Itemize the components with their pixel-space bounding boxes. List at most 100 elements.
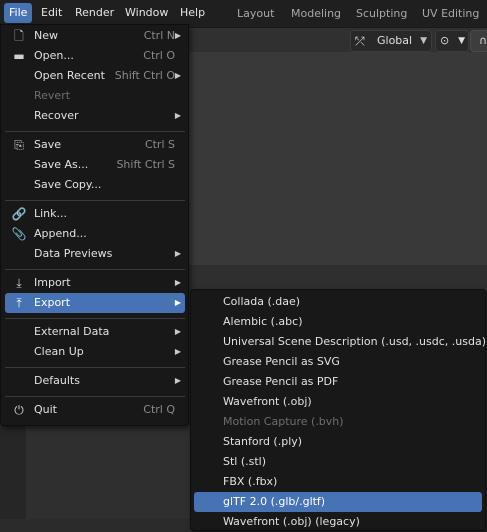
file-menu-save[interactable]: ⎘ Save Ctrl S <box>5 135 185 155</box>
file-menu-export[interactable]: ⤒ Export ▶ <box>5 293 185 313</box>
export-submenu: Collada (.dae) Alembic (.abc) Universal … <box>190 289 486 531</box>
export-grease-pencil-svg[interactable]: Grease Pencil as SVG <box>194 352 482 372</box>
file-menu-import[interactable]: ⤓ Import ▶ <box>5 273 185 293</box>
file-menu-save-as-label: Save As... <box>34 158 89 171</box>
menu-file[interactable]: File <box>4 3 33 23</box>
export-item-label: FBX (.fbx) <box>223 475 278 488</box>
file-menu-open-recent-label: Open Recent <box>34 69 105 82</box>
file-menu-import-label: Import <box>34 276 71 289</box>
export-item-label: Universal Scene Description (.usd, .usdc… <box>223 335 486 348</box>
menu-separator <box>5 269 185 270</box>
file-menu-quit-label: Quit <box>34 403 57 416</box>
chevron-right-icon: ▶ <box>174 278 181 287</box>
transform-orientation-dropdown[interactable]: ⤱ Global ▼ <box>350 30 432 52</box>
tab-layout[interactable]: Layout <box>229 3 282 24</box>
chevron-right-icon: ▶ <box>174 298 181 307</box>
file-menu-external-data-label: External Data <box>34 325 110 338</box>
menu-separator <box>5 318 185 319</box>
chevron-down-icon: ▼ <box>420 36 427 46</box>
export-wavefront-obj-legacy[interactable]: Wavefront (.obj) (legacy) <box>194 512 482 532</box>
menu-edit[interactable]: Edit <box>36 3 67 23</box>
menu-window[interactable]: Window <box>120 3 173 23</box>
export-item-label: glTF 2.0 (.glb/.gltf) <box>223 495 326 508</box>
pivot-point-dropdown[interactable]: ⊙ ▼ <box>435 30 469 52</box>
file-menu-append[interactable]: 📎 Append... <box>5 224 185 244</box>
file-menu-quit[interactable]: ⏻ Quit Ctrl Q <box>5 400 185 420</box>
menu-separator <box>5 367 185 368</box>
export-wavefront-obj[interactable]: Wavefront (.obj) <box>194 392 482 412</box>
tab-modeling[interactable]: Modeling <box>283 3 349 24</box>
tab-uv-editing[interactable]: UV Editing <box>414 3 487 24</box>
file-menu-save-copy[interactable]: Save Copy... <box>5 175 185 195</box>
export-grease-pencil-pdf[interactable]: Grease Pencil as PDF <box>194 372 482 392</box>
file-menu-data-previews-label: Data Previews <box>34 247 113 260</box>
shortcut-label: Shift Ctrl O <box>114 69 175 82</box>
export-stl[interactable]: Stl (.stl) <box>194 452 482 472</box>
folder-icon: ▬ <box>13 49 25 63</box>
file-menu-save-as[interactable]: Save As... Shift Ctrl S <box>5 155 185 175</box>
file-menu-new-label: New <box>34 29 58 42</box>
file-menu-defaults[interactable]: Defaults ▶ <box>5 371 185 391</box>
menu-separator <box>5 396 185 397</box>
export-item-label: Stanford (.ply) <box>223 435 303 448</box>
file-menu-append-label: Append... <box>34 227 87 240</box>
export-collada[interactable]: Collada (.dae) <box>194 292 482 312</box>
export-item-label: Wavefront (.obj) (legacy) <box>223 515 360 528</box>
file-menu-data-previews[interactable]: Data Previews ▶ <box>5 244 185 264</box>
file-menu-defaults-label: Defaults <box>34 374 80 387</box>
export-icon: ⤒ <box>16 296 22 310</box>
pivot-point-icon: ⊙ <box>440 34 450 47</box>
file-menu-clean-up-label: Clean Up <box>34 345 84 358</box>
power-icon: ⏻ <box>14 403 24 417</box>
chevron-right-icon: ▶ <box>174 376 181 385</box>
export-usd[interactable]: Universal Scene Description (.usd, .usdc… <box>194 332 486 352</box>
save-icon: ⎘ <box>14 138 24 152</box>
export-alembic[interactable]: Alembic (.abc) <box>194 312 482 332</box>
export-item-label: Stl (.stl) <box>223 455 267 468</box>
shortcut-label: Ctrl O <box>143 49 175 62</box>
export-gltf[interactable]: glTF 2.0 (.glb/.gltf) <box>194 492 482 512</box>
link-icon: 🔗 <box>11 207 27 221</box>
tab-sculpting[interactable]: Sculpting <box>348 3 415 24</box>
file-menu-clean-up[interactable]: Clean Up ▶ <box>5 342 185 362</box>
file-menu-revert-label: Revert <box>34 89 71 102</box>
chevron-right-icon: ▶ <box>174 31 181 40</box>
export-item-label: Collada (.dae) <box>223 295 301 308</box>
transform-orientation-value: Global <box>377 34 413 47</box>
export-fbx[interactable]: FBX (.fbx) <box>194 472 482 492</box>
file-menu-recover-label: Recover <box>34 109 79 122</box>
export-item-label: Motion Capture (.bvh) <box>223 415 344 428</box>
menu-help[interactable]: Help <box>175 3 210 23</box>
shortcut-label: Ctrl S <box>144 138 175 151</box>
file-menu-open-recent[interactable]: Open Recent Shift Ctrl O ▶ <box>5 66 185 86</box>
file-menu-external-data[interactable]: External Data ▶ <box>5 322 185 342</box>
menu-separator <box>5 200 185 201</box>
transform-orientation-icon: ⤱ <box>355 34 365 48</box>
chevron-right-icon: ▶ <box>174 327 181 336</box>
file-menu-save-label: Save <box>34 138 62 151</box>
chevron-right-icon: ▶ <box>174 111 181 120</box>
export-stanford-ply[interactable]: Stanford (.ply) <box>194 432 482 452</box>
export-item-label: Alembic (.abc) <box>223 315 303 328</box>
file-menu-new[interactable]: 🗋 New Ctrl N ▶ <box>5 26 185 46</box>
export-motion-capture: Motion Capture (.bvh) <box>194 412 482 432</box>
file-menu-link-label: Link... <box>34 207 68 220</box>
shortcut-label: Ctrl Q <box>143 403 175 416</box>
shortcut-label: Shift Ctrl S <box>116 158 175 171</box>
paperclip-icon: 📎 <box>11 227 27 241</box>
export-item-label: Grease Pencil as SVG <box>223 355 340 368</box>
file-menu-recover[interactable]: Recover ▶ <box>5 106 185 126</box>
file-menu-open[interactable]: ▬ Open... Ctrl O <box>5 46 185 66</box>
export-item-label: Wavefront (.obj) <box>223 395 312 408</box>
file-menu-save-copy-label: Save Copy... <box>34 178 102 191</box>
new-file-icon: 🗋 <box>14 29 24 43</box>
chevron-right-icon: ▶ <box>174 71 181 80</box>
file-menu: 🗋 New Ctrl N ▶ ▬ Open... Ctrl O Open Rec… <box>0 24 189 426</box>
file-menu-open-label: Open... <box>34 49 74 62</box>
snap-toggle-button[interactable]: ∩ <box>470 30 487 52</box>
magnet-icon: ∩ <box>478 34 487 47</box>
file-menu-link[interactable]: 🔗 Link... <box>5 204 185 224</box>
import-icon: ⤓ <box>16 276 22 290</box>
menu-render[interactable]: Render <box>70 3 119 23</box>
shortcut-label: Ctrl N <box>143 29 175 42</box>
